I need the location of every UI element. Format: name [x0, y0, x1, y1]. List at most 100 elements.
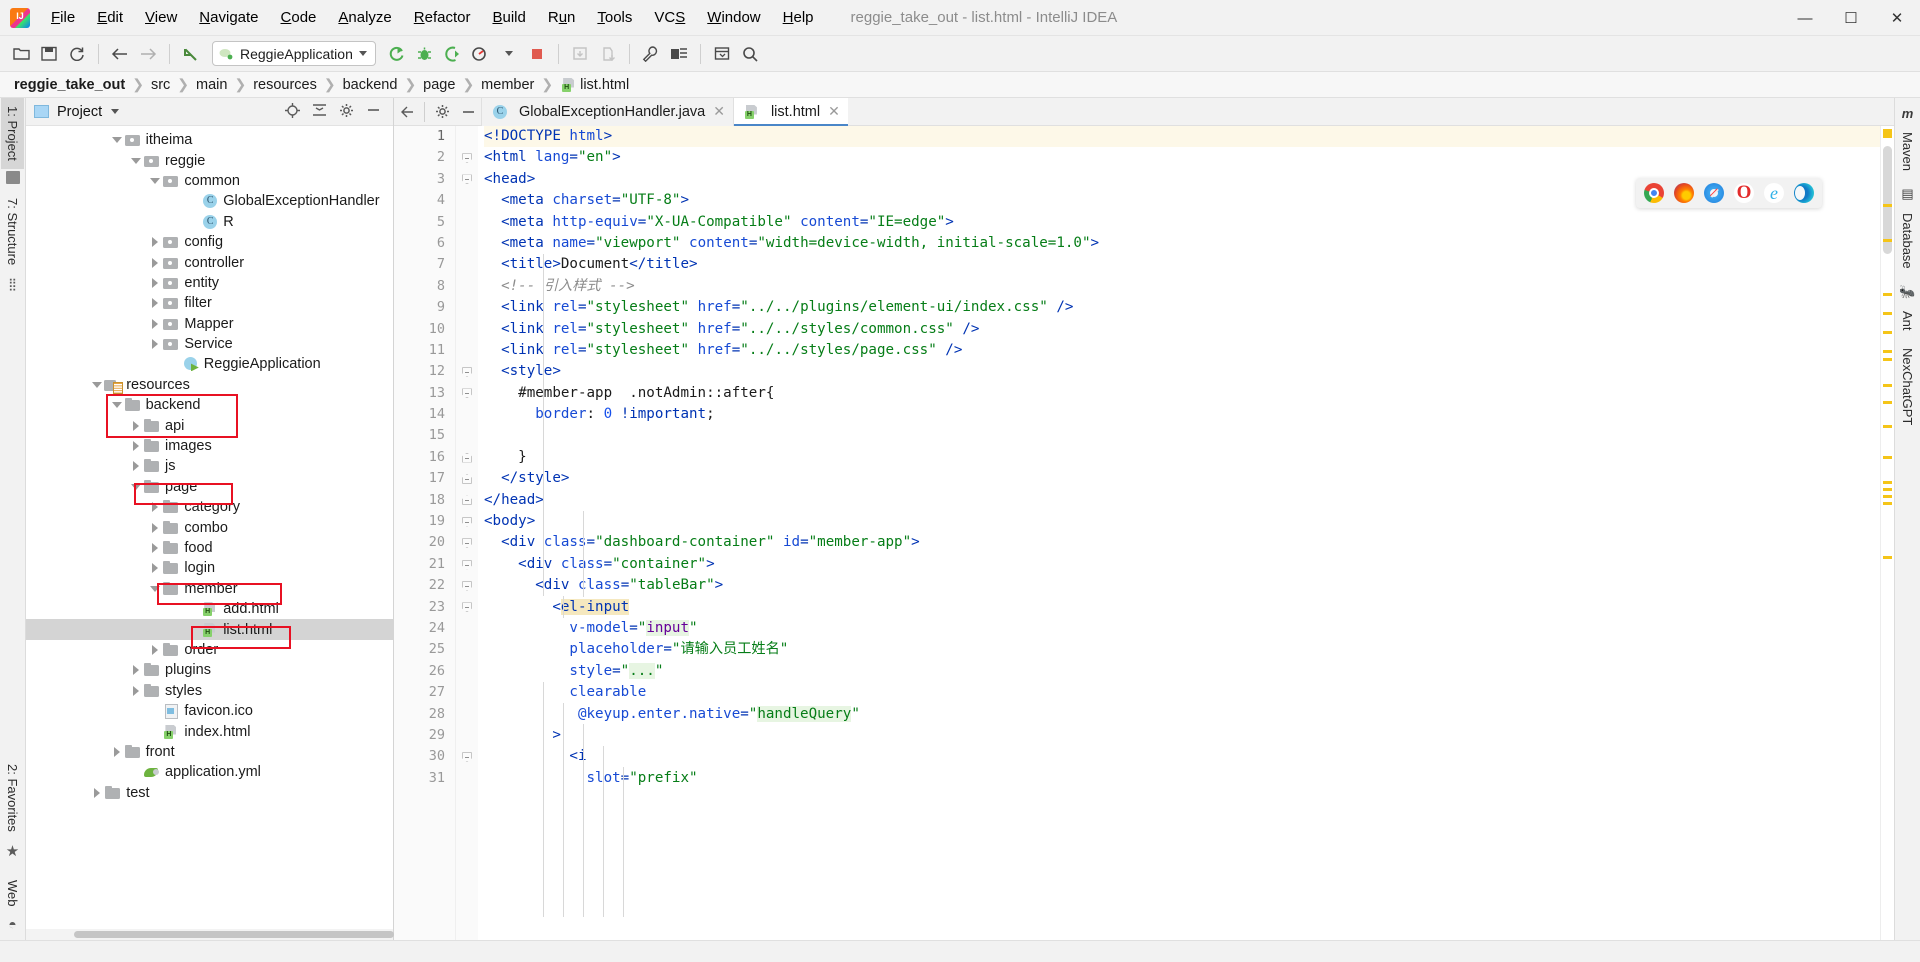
fold-expand-icon[interactable]	[456, 447, 478, 468]
menu-item-build[interactable]: Build	[481, 5, 536, 31]
menu-item-run[interactable]: Run	[537, 5, 587, 31]
breadcrumb-item-backend[interactable]: backend	[343, 77, 398, 93]
internet-explorer-icon[interactable]	[1764, 183, 1784, 203]
tree-folder-reggie[interactable]: reggie	[26, 150, 393, 170]
error-stripe-marker[interactable]	[1883, 350, 1892, 353]
code-line[interactable]: <div class="container">	[484, 554, 1880, 575]
chevron-right-icon[interactable]	[148, 521, 162, 535]
chevron-right-icon[interactable]	[148, 276, 162, 290]
error-stripe-marker[interactable]	[1883, 495, 1892, 498]
breadcrumb-item-page[interactable]: page	[423, 77, 455, 93]
code-line[interactable]: <title>Document</title>	[484, 254, 1880, 275]
code-folding-gutter[interactable]	[456, 126, 478, 940]
chevron-right-icon[interactable]	[129, 459, 143, 473]
tree-file-favicon-ico[interactable]: favicon.ico	[26, 701, 393, 721]
code-line[interactable]: </style>	[484, 468, 1880, 489]
code-line[interactable]: #member-app .notAdmin::after{	[484, 383, 1880, 404]
error-stripe-marker[interactable]	[1883, 358, 1892, 361]
profile-icon[interactable]	[468, 41, 494, 67]
search-everywhere-icon[interactable]	[737, 41, 763, 67]
chevron-right-icon[interactable]	[148, 643, 162, 657]
sidebar-item-project[interactable]: 1: Project	[1, 98, 24, 169]
chevron-right-icon[interactable]	[110, 745, 124, 759]
maximize-button[interactable]: ☐	[1828, 0, 1874, 36]
code-line[interactable]: <link rel="stylesheet" href="../../plugi…	[484, 297, 1880, 318]
settings-gear-icon[interactable]	[339, 103, 354, 121]
opera-icon[interactable]	[1734, 183, 1754, 203]
chevron-down-icon[interactable]	[110, 398, 124, 412]
fold-collapse-icon[interactable]	[456, 383, 478, 404]
tab-GlobalExceptionHandler-java[interactable]: GlobalExceptionHandler.java ✕	[481, 97, 733, 126]
chevron-right-icon[interactable]	[148, 541, 162, 555]
chevron-right-icon[interactable]	[148, 500, 162, 514]
error-stripe-marker[interactable]	[1883, 331, 1892, 334]
run-with-coverage-icon[interactable]	[440, 41, 466, 67]
code-line[interactable]: slot="prefix"	[484, 768, 1880, 789]
error-stripe-marker[interactable]	[1883, 456, 1892, 459]
tree-folder-food[interactable]: food	[26, 538, 393, 558]
tree-folder-plugins[interactable]: plugins	[26, 660, 393, 680]
sidebar-item-favorites[interactable]: 2: Favorites	[1, 756, 24, 840]
editor-settings-gear-icon[interactable]	[429, 99, 455, 125]
error-stripe-marker[interactable]	[1883, 502, 1892, 505]
settings-wrench-icon[interactable]	[638, 41, 664, 67]
menu-item-file[interactable]: File	[40, 5, 86, 31]
tree-folder-api[interactable]: api	[26, 415, 393, 435]
tree-folder-controller[interactable]: controller	[26, 252, 393, 272]
chevron-right-icon[interactable]	[148, 337, 162, 351]
fold-collapse-icon[interactable]	[456, 361, 478, 382]
tree-file-add-html[interactable]: add.html	[26, 599, 393, 619]
debug-icon[interactable]	[412, 41, 438, 67]
chevron-down-icon[interactable]	[129, 480, 143, 494]
scrollbar-thumb[interactable]	[74, 931, 394, 938]
tab-list-html[interactable]: list.html ✕	[732, 97, 848, 127]
code-line[interactable]: <html lang="en">	[484, 147, 1880, 168]
chevron-down-icon-project[interactable]	[111, 109, 120, 114]
code-line[interactable]: <i	[484, 746, 1880, 767]
hide-icon[interactable]	[366, 103, 381, 120]
chevron-down-icon[interactable]	[148, 174, 162, 188]
breadcrumb-item-main[interactable]: main	[196, 77, 227, 93]
select-in-icon[interactable]	[709, 41, 735, 67]
tree-folder-entity[interactable]: entity	[26, 273, 393, 293]
code-line[interactable]: border: 0 !important;	[484, 404, 1880, 425]
code-line[interactable]: <meta name="viewport" content="width=dev…	[484, 233, 1880, 254]
browser-preview-popup[interactable]	[1636, 178, 1822, 208]
chevron-right-icon[interactable]	[148, 561, 162, 575]
code-line[interactable]: style="..."	[484, 661, 1880, 682]
collapse-all-icon[interactable]	[312, 103, 327, 120]
tree-file-list-html[interactable]: list.html	[26, 619, 393, 640]
update-project-icon[interactable]	[567, 41, 593, 67]
chevron-right-icon[interactable]	[90, 786, 104, 800]
tree-folder-combo[interactable]: combo	[26, 517, 393, 537]
firefox-icon[interactable]	[1674, 183, 1694, 203]
tab-close-icon[interactable]: ✕	[828, 103, 840, 120]
menu-item-tools[interactable]: Tools	[586, 5, 643, 31]
tree-folder-resources[interactable]: resources	[26, 375, 393, 395]
breadcrumb-item-src[interactable]: src	[151, 77, 170, 93]
fold-collapse-icon[interactable]	[456, 746, 478, 767]
menu-item-view[interactable]: View	[134, 5, 188, 31]
chevron-right-icon[interactable]	[129, 663, 143, 677]
code-line[interactable]: <body>	[484, 511, 1880, 532]
sync-icon[interactable]	[64, 41, 90, 67]
error-stripe-marker[interactable]	[1883, 481, 1892, 484]
error-stripe-marker-column[interactable]	[1880, 126, 1894, 940]
project-tree[interactable]: itheima reggie common GlobalExceptionHandle…	[26, 126, 393, 940]
chevron-down-icon[interactable]	[110, 133, 124, 147]
sidebar-item-maven[interactable]: Maven	[1896, 123, 1919, 180]
chevron-down-icon[interactable]	[148, 582, 162, 596]
code-line[interactable]: }	[484, 447, 1880, 468]
code-content[interactable]: <!DOCTYPE html> <html lang="en"> <head> <m…	[478, 126, 1880, 940]
chevron-down-icon[interactable]	[129, 154, 143, 168]
run-configuration-selector[interactable]: ReggieApplication	[212, 41, 376, 66]
error-stripe-marker[interactable]	[1883, 384, 1892, 387]
code-line[interactable]: @keyup.enter.native="handleQuery"	[484, 704, 1880, 725]
code-line[interactable]: placeholder="请输入员工姓名"	[484, 639, 1880, 660]
tree-folder-itheima[interactable]: itheima	[26, 130, 393, 150]
tree-folder-Service[interactable]: Service	[26, 334, 393, 354]
tree-folder-page[interactable]: page	[26, 477, 393, 497]
locate-icon[interactable]	[285, 102, 300, 121]
tree-folder-common[interactable]: common	[26, 171, 393, 191]
error-stripe-top-marker[interactable]	[1883, 129, 1892, 138]
